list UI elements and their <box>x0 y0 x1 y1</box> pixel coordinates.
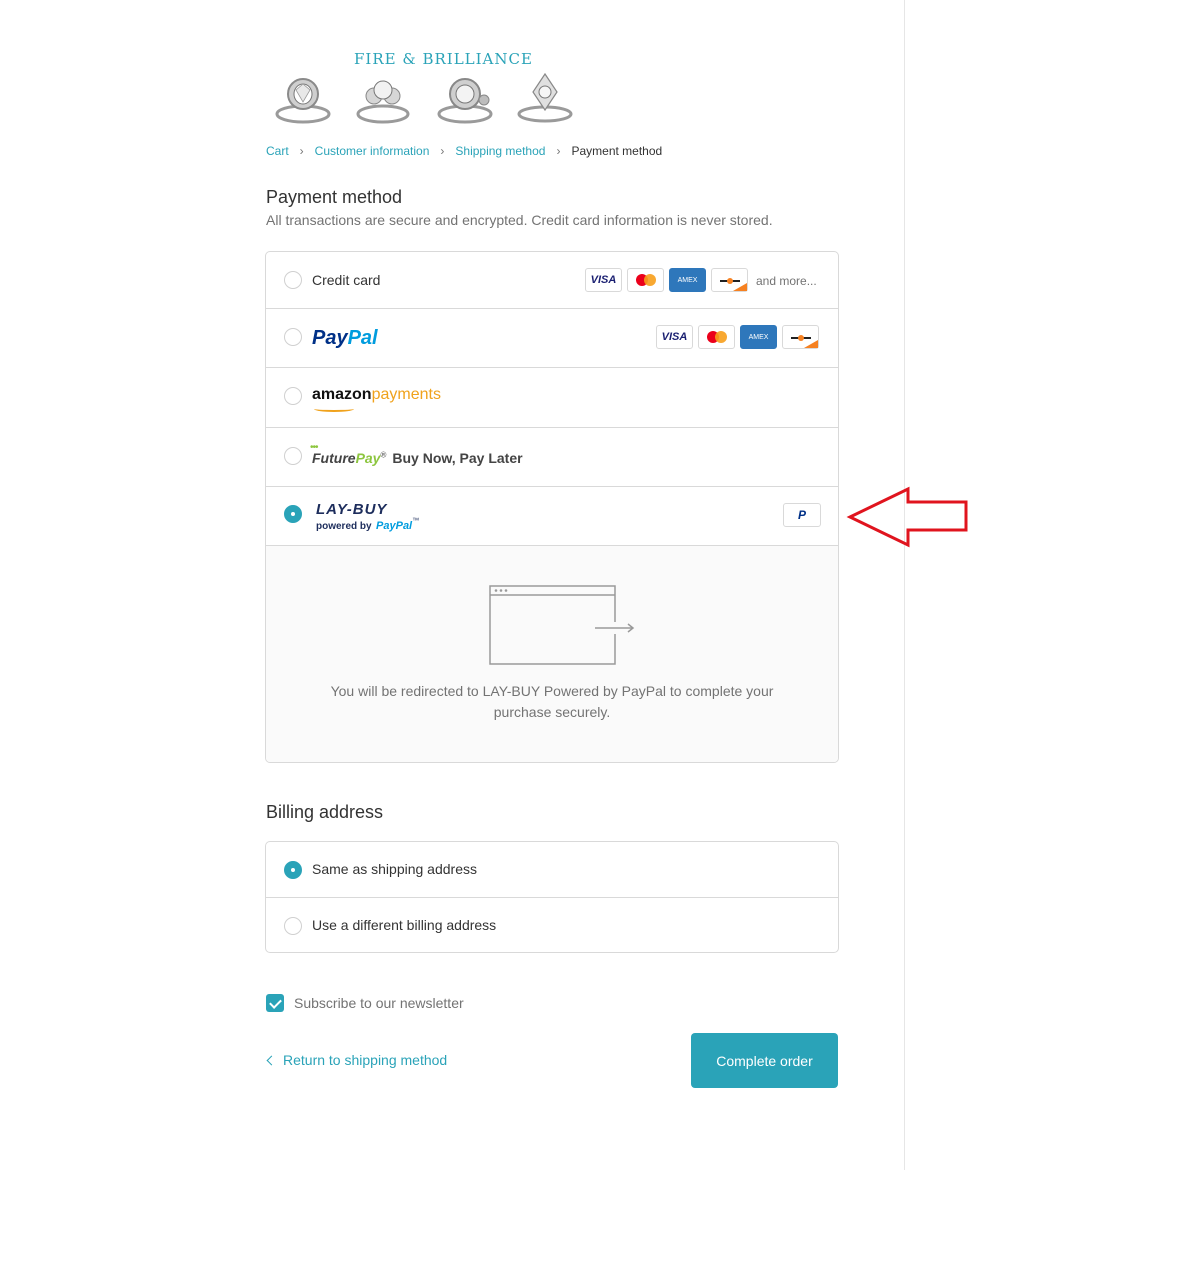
arrow-left-annotation-icon <box>846 486 968 548</box>
return-to-shipping-label: Return to shipping method <box>283 1052 448 1068</box>
payment-option-lay-buy[interactable]: LAY-BUY powered by PayPal™ P <box>266 487 838 546</box>
payment-method-title: Payment method <box>266 187 403 207</box>
newsletter-label[interactable]: Subscribe to our newsletter <box>294 995 464 1011</box>
breadcrumb-customer-information[interactable]: Customer information <box>315 144 430 158</box>
discover-icon <box>711 268 748 292</box>
redirect-info-box: You will be redirected to LAY-BUY Powere… <box>266 546 838 762</box>
paypal-radio[interactable] <box>284 328 302 346</box>
visa-icon: VISA <box>585 268 622 292</box>
billing-address-title: Billing address <box>266 802 384 822</box>
ring-image <box>437 78 493 124</box>
and-more-text: and more... <box>756 274 817 288</box>
sidebar-divider <box>904 0 905 1170</box>
billing-option-different[interactable]: Use a different billing address <box>266 898 838 952</box>
paypal-logo: PayPal <box>312 327 378 349</box>
card-icons: VISA AMEX <box>585 268 748 292</box>
newsletter-checkbox[interactable] <box>266 994 284 1012</box>
card-icons: VISA AMEX <box>656 325 819 349</box>
chevron-right-icon: › <box>440 144 445 158</box>
chevron-right-icon: › <box>556 144 561 158</box>
credit-card-radio[interactable] <box>284 271 302 289</box>
ring-image <box>356 80 410 124</box>
amazon-payments-radio[interactable] <box>284 387 302 405</box>
store-logo[interactable]: FIRE & BRILLIANCE <box>266 44 586 130</box>
same-address-label: Same as shipping address <box>312 861 477 877</box>
lay-buy-radio[interactable] <box>284 505 302 523</box>
breadcrumb-cart[interactable]: Cart <box>266 144 289 158</box>
amazon-smile-icon <box>314 406 354 412</box>
amex-icon: AMEX <box>740 325 777 349</box>
credit-card-label: Credit card <box>312 272 381 288</box>
visa-icon: VISA <box>656 325 693 349</box>
different-address-label: Use a different billing address <box>312 917 497 933</box>
breadcrumb-shipping-method[interactable]: Shipping method <box>455 144 545 158</box>
payment-option-paypal[interactable]: PayPal VISA AMEX <box>266 309 838 368</box>
ring-image <box>517 72 573 123</box>
same-address-radio[interactable] <box>284 861 302 879</box>
chevron-left-icon <box>266 1055 277 1066</box>
logo-text: FIRE & BRILLIANCE <box>354 50 533 68</box>
chevron-right-icon: › <box>299 144 304 158</box>
payment-methods-panel: Credit card VISA AMEX and more... PayPal… <box>265 251 839 763</box>
discover-icon <box>782 325 819 349</box>
different-address-radio[interactable] <box>284 917 302 935</box>
ring-image <box>275 78 331 124</box>
futurepay-tagline: Buy Now, Pay Later <box>392 450 523 466</box>
payment-option-credit-card[interactable]: Credit card VISA AMEX and more... <box>266 252 838 309</box>
payment-method-subtitle: All transactions are secure and encrypte… <box>266 212 773 228</box>
breadcrumb: Cart › Customer information › Shipping m… <box>266 144 662 158</box>
futurepay-dots-icon: ••• <box>310 442 318 453</box>
mastercard-icon <box>627 268 664 292</box>
browser-redirect-icon <box>489 585 635 665</box>
complete-order-button[interactable]: Complete order <box>691 1033 838 1088</box>
mastercard-icon <box>698 325 735 349</box>
billing-address-panel: Same as shipping address Use a different… <box>265 841 839 953</box>
payment-option-futurepay[interactable]: ••• FuturePay® Buy Now, Pay Later <box>266 428 838 487</box>
payment-option-amazon-payments[interactable]: amazonpayments <box>266 368 838 428</box>
amazon-payments-logo: amazonpayments <box>312 386 441 412</box>
billing-option-same[interactable]: Same as shipping address <box>266 842 838 898</box>
paypal-icon: P <box>783 503 821 527</box>
futurepay-logo: ••• FuturePay® Buy Now, Pay Later <box>310 442 523 466</box>
return-to-shipping-link[interactable]: Return to shipping method <box>266 1052 447 1068</box>
futurepay-radio[interactable] <box>284 447 302 465</box>
amex-icon: AMEX <box>669 268 706 292</box>
breadcrumb-payment-method: Payment method <box>571 144 663 158</box>
redirect-message: You will be redirected to LAY-BUY Powere… <box>330 683 774 720</box>
lay-buy-logo: LAY-BUY powered by PayPal™ <box>316 501 420 532</box>
